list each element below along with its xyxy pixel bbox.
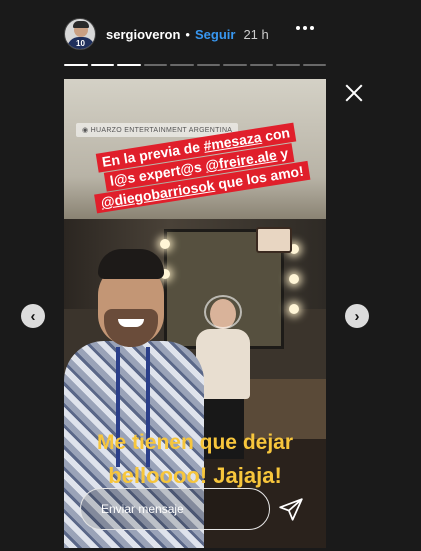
caption-text: y: [275, 144, 290, 163]
close-icon[interactable]: [343, 82, 365, 104]
send-icon[interactable]: [278, 497, 304, 523]
mirror-bulb: [289, 304, 299, 314]
separator-dot: •: [185, 26, 190, 42]
avatar-jersey-number: 10: [76, 39, 85, 48]
progress-segment: [90, 64, 114, 66]
story-progress-bar: [64, 64, 326, 66]
progress-segment: [117, 64, 141, 66]
overlay-text-line1: Me tienen que dejar: [96, 431, 294, 454]
progress-segment: [170, 64, 194, 66]
chevron-right-icon[interactable]: ›: [345, 304, 369, 328]
progress-segment: [64, 64, 88, 66]
progress-segment: [302, 64, 326, 66]
post-time: 21 h: [243, 26, 269, 42]
follow-button[interactable]: Seguir: [195, 27, 235, 42]
progress-segment: [276, 64, 300, 66]
avatar[interactable]: 10: [64, 18, 96, 50]
chevron-left-icon[interactable]: ‹: [21, 304, 45, 328]
mirror-bulb: [289, 274, 299, 284]
overlay-text-line2: belloooo! Jajaja!: [108, 463, 282, 488]
story-header: 10 sergioveron • Seguir 21 h: [64, 16, 269, 52]
more-options-icon[interactable]: [296, 26, 314, 30]
progress-segment: [223, 64, 247, 66]
progress-segment: [143, 64, 167, 66]
reply-input[interactable]: Enviar mensaje: [80, 488, 270, 530]
mirror-bulb: [160, 239, 170, 249]
caption-text: con: [260, 124, 291, 145]
progress-segment: [196, 64, 220, 66]
reply-placeholder: Enviar mensaje: [101, 502, 184, 516]
username[interactable]: sergioveron: [106, 27, 180, 42]
gif-sticker: [256, 227, 292, 253]
progress-segment: [249, 64, 273, 66]
story-media[interactable]: ◉ HUARZO ENTERTAINMENT ARGENTINA En la p…: [64, 79, 326, 548]
